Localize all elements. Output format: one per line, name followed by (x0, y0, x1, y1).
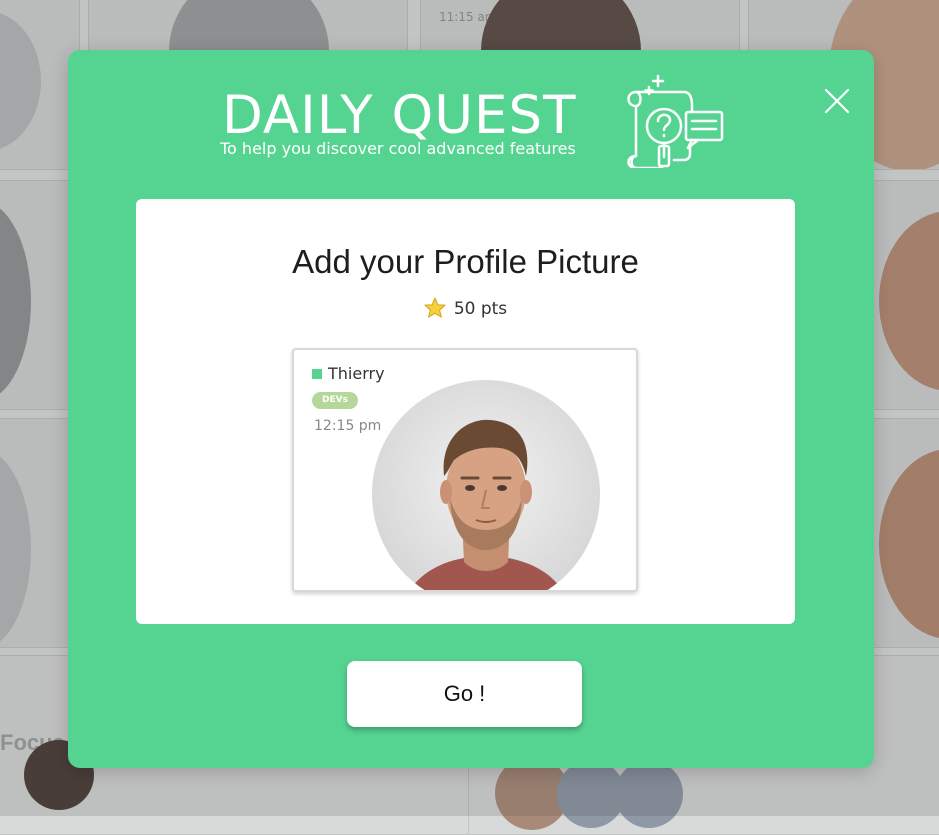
go-button[interactable]: Go ! (347, 661, 582, 727)
star-icon (424, 297, 446, 318)
profile-preview-card: Thierry DEVs 12:15 pm (292, 348, 638, 592)
modal-title: DAILY QUEST (222, 85, 577, 146)
quest-heading: Add your Profile Picture (292, 243, 639, 280)
map-question-icon (627, 74, 724, 168)
points-value: 50 pts (453, 299, 508, 319)
preview-name: Thierry (328, 364, 385, 383)
quest-points: 50 pts (136, 297, 795, 319)
close-icon[interactable] (824, 88, 850, 114)
daily-quest-modal: DAILY QUEST To help you discover cool ad… (68, 50, 874, 768)
modal-subtitle: To help you discover cool advanced featu… (220, 139, 576, 158)
status-square-icon (312, 369, 322, 379)
profile-photo (372, 380, 600, 590)
preview-time: 12:15 pm (314, 418, 382, 434)
quest-card: Add your Profile Picture 50 pts Thierry … (136, 199, 795, 624)
team-tag: DEVs (312, 392, 358, 409)
